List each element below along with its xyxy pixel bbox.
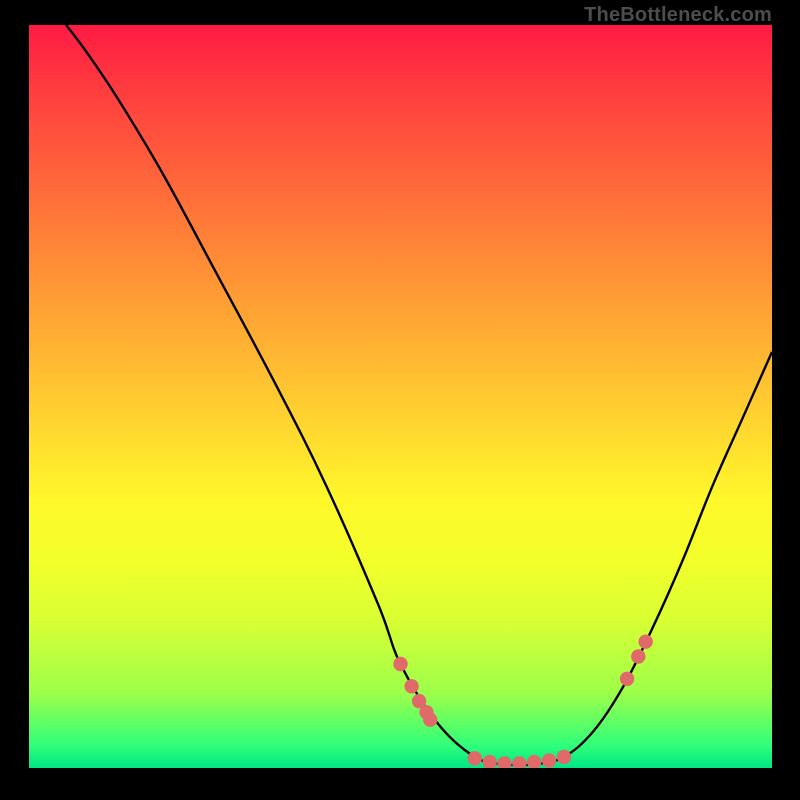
chart-marker (512, 756, 526, 768)
chart-marker (639, 635, 653, 649)
chart-marker (620, 672, 634, 686)
chart-marker (468, 751, 482, 765)
chart-marker (631, 649, 645, 663)
chart-marker (542, 753, 556, 767)
bottleneck-curve (66, 25, 772, 765)
chart-marker (423, 713, 437, 727)
chart-marker (527, 755, 541, 768)
chart-marker (497, 756, 511, 768)
chart-marker (393, 657, 407, 671)
chart-marker (404, 679, 418, 693)
attribution-watermark: TheBottleneck.com (584, 4, 772, 27)
chart-marker (557, 750, 571, 764)
chart-svg (29, 25, 772, 768)
chart-marker (483, 755, 497, 768)
